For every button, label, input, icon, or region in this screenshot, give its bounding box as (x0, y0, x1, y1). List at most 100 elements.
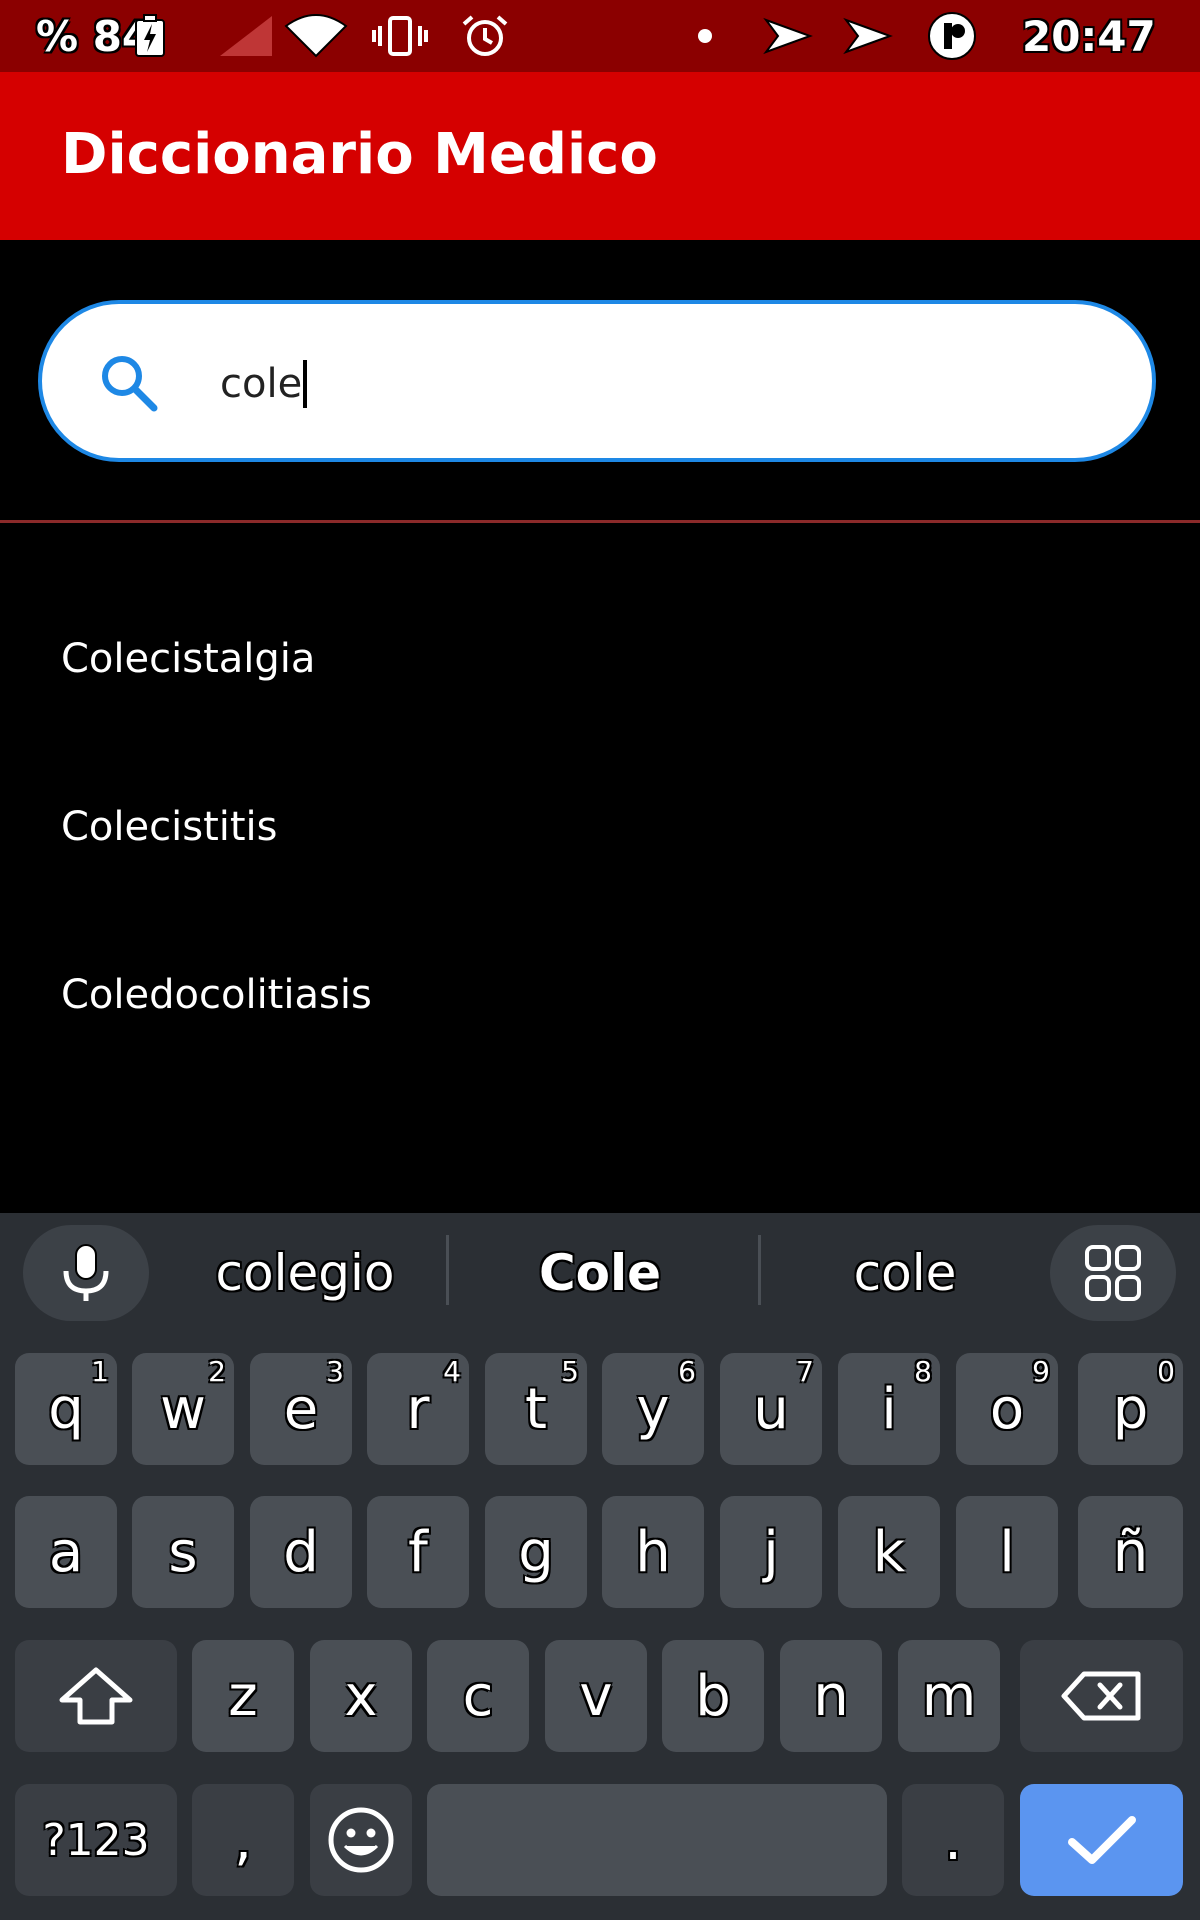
key-label: c (462, 1663, 494, 1729)
key-label: v (579, 1663, 613, 1729)
key-label: m (921, 1663, 977, 1729)
key-hint: 8 (914, 1355, 932, 1388)
shift-arrow-icon (59, 1667, 133, 1725)
key-v[interactable]: v (545, 1640, 647, 1752)
key-t[interactable]: t5 (485, 1353, 587, 1465)
key-n[interactable]: n (780, 1640, 882, 1752)
key-label: ñ (1112, 1519, 1149, 1585)
key-label: n (813, 1663, 849, 1729)
key-label: t (525, 1376, 547, 1442)
key-label: a (48, 1519, 84, 1585)
key-hint: 6 (678, 1355, 696, 1388)
text-cursor (303, 360, 308, 408)
key-f[interactable]: f (367, 1496, 469, 1608)
voice-input-button[interactable] (23, 1225, 149, 1321)
key-label: z (228, 1663, 258, 1729)
key-label: g (518, 1519, 554, 1585)
vibrate-icon (372, 0, 428, 72)
key-label: h (635, 1519, 671, 1585)
key-label: y (636, 1376, 670, 1442)
key-hint: 2 (208, 1355, 226, 1388)
key-o[interactable]: o9 (956, 1353, 1058, 1465)
key-label: e (283, 1376, 319, 1442)
key-label: , (234, 1807, 252, 1873)
suggestion-separator (446, 1235, 449, 1305)
symbols-key[interactable]: ?123 (15, 1784, 177, 1896)
result-item[interactable]: Coledocolitiasis (61, 972, 372, 1018)
microphone-icon (63, 1244, 109, 1301)
search-input[interactable]: cole (220, 352, 308, 416)
key-label: j (763, 1519, 779, 1585)
key-label: i (881, 1376, 897, 1442)
search-input-value: cole (220, 361, 303, 407)
key-hint: 4 (443, 1355, 461, 1388)
app-title: Diccionario Medico (61, 122, 658, 187)
alarm-icon (460, 0, 510, 72)
key-z[interactable]: z (192, 1640, 294, 1752)
key-u[interactable]: u7 (720, 1353, 822, 1465)
key-m[interactable]: m (898, 1640, 1000, 1752)
notification-dot-icon (696, 0, 714, 72)
wifi-icon (284, 0, 348, 72)
app-bar: Diccionario Medico (0, 72, 1200, 240)
key-b[interactable]: b (662, 1640, 764, 1752)
key-label: u (753, 1376, 789, 1442)
emoji-key[interactable] (310, 1784, 412, 1896)
app-notification-icon-2 (842, 0, 894, 72)
key-label: l (999, 1519, 1015, 1585)
key-h[interactable]: h (602, 1496, 704, 1608)
checkmark-icon (1067, 1816, 1136, 1864)
key-c[interactable]: c (427, 1640, 529, 1752)
key-n-tilde[interactable]: ñ (1078, 1496, 1183, 1608)
key-x[interactable]: x (310, 1640, 412, 1752)
suggestion-3[interactable]: cole (780, 1241, 1030, 1305)
search-icon (94, 348, 164, 418)
enter-key[interactable] (1020, 1784, 1183, 1896)
result-item[interactable]: Colecistitis (61, 804, 278, 850)
key-label: r (406, 1376, 430, 1442)
divider (0, 520, 1200, 523)
key-label: x (344, 1663, 378, 1729)
key-p[interactable]: p0 (1078, 1353, 1183, 1465)
key-label: o (989, 1376, 1025, 1442)
key-q[interactable]: q1 (15, 1353, 117, 1465)
key-hint: 0 (1157, 1355, 1175, 1388)
keyboard: colegio Cole cole q1 w2 e3 r4 t5 y6 u7 i… (0, 1213, 1200, 1920)
grid-icon (1085, 1245, 1141, 1301)
key-l[interactable]: l (956, 1496, 1058, 1608)
key-y[interactable]: y6 (602, 1353, 704, 1465)
key-label: k (872, 1519, 906, 1585)
signal-icon (218, 0, 274, 72)
key-e[interactable]: e3 (250, 1353, 352, 1465)
key-d[interactable]: d (250, 1496, 352, 1608)
time-text: 20:47 (1022, 11, 1156, 61)
period-key[interactable]: . (902, 1784, 1004, 1896)
key-k[interactable]: k (838, 1496, 940, 1608)
key-a[interactable]: a (15, 1496, 117, 1608)
suggestion-2[interactable]: Cole (470, 1241, 730, 1305)
key-i[interactable]: i8 (838, 1353, 940, 1465)
suggestion-separator (758, 1235, 761, 1305)
key-r[interactable]: r4 (367, 1353, 469, 1465)
key-g[interactable]: g (485, 1496, 587, 1608)
key-label: q (48, 1376, 84, 1442)
shift-key[interactable] (15, 1640, 177, 1752)
result-item[interactable]: Colecistalgia (61, 636, 315, 682)
suggestion-bar: colegio Cole cole (0, 1213, 1200, 1333)
suggestion-1[interactable]: colegio (180, 1241, 430, 1305)
key-j[interactable]: j (720, 1496, 822, 1608)
key-s[interactable]: s (132, 1496, 234, 1608)
backspace-key[interactable] (1020, 1640, 1183, 1752)
key-label: w (160, 1376, 206, 1442)
backspace-icon (1061, 1671, 1140, 1721)
status-bar: % 84 20:47 (0, 0, 1200, 72)
app-badge-icon (924, 0, 980, 72)
key-label: b (695, 1663, 731, 1729)
keyboard-menu-button[interactable] (1050, 1225, 1176, 1321)
space-key[interactable] (427, 1784, 887, 1896)
key-w[interactable]: w2 (132, 1353, 234, 1465)
key-label: s (168, 1519, 198, 1585)
clock: 20:47 (1022, 0, 1156, 72)
search-field[interactable]: cole (38, 300, 1156, 462)
comma-key[interactable]: , (192, 1784, 294, 1896)
